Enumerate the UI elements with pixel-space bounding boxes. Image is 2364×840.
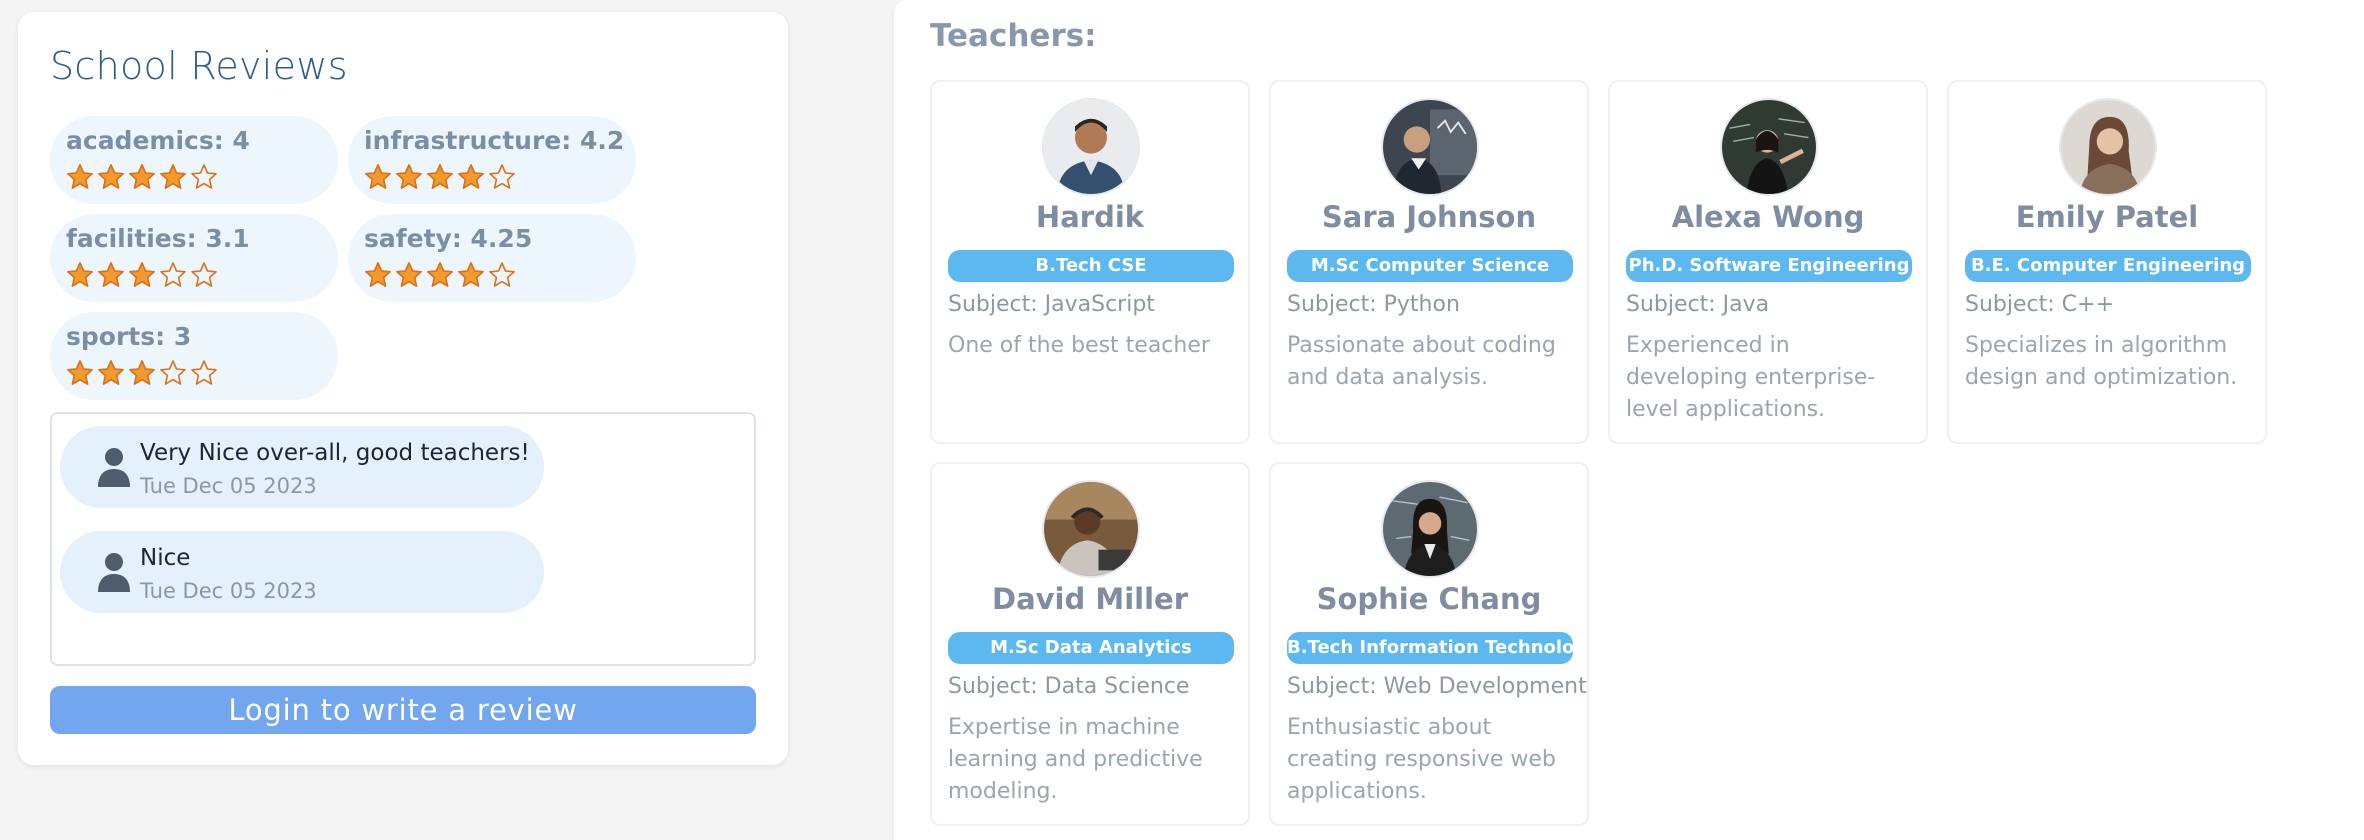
star-full-icon xyxy=(395,261,423,289)
teacher-subject: Subject: Java xyxy=(1626,292,1770,317)
star-empty-icon xyxy=(488,163,516,191)
star-full-icon xyxy=(426,261,454,289)
rating-label: facilities: 3.1 xyxy=(66,224,250,253)
star-rating xyxy=(66,261,322,289)
teacher-card[interactable]: Sara Johnson M.Sc Computer Science Subje… xyxy=(1269,80,1589,444)
star-full-icon xyxy=(128,163,156,191)
star-empty-icon xyxy=(190,359,218,387)
teacher-description: Specializes in algorithm design and opti… xyxy=(1965,333,2238,390)
star-full-icon xyxy=(97,261,125,289)
degree-badge: B.Tech Information Technology xyxy=(1287,632,1573,664)
teacher-card[interactable]: Alexa Wong Ph.D. Software Engineering Su… xyxy=(1608,80,1928,444)
rating-academics: academics: 4 xyxy=(50,116,338,204)
teacher-avatar xyxy=(1042,98,1140,196)
comment-text: Very Nice over-all, good teachers! xyxy=(140,440,530,466)
teacher-avatar xyxy=(1381,98,1479,196)
star-empty-icon xyxy=(190,163,218,191)
teacher-card[interactable]: Sophie Chang B.Tech Information Technolo… xyxy=(1269,462,1589,826)
degree-badge: B.E. Computer Engineering xyxy=(1965,250,2251,282)
login-to-review-button[interactable]: Login to write a review xyxy=(50,686,756,734)
rating-label: safety: 4.25 xyxy=(364,224,533,253)
comments-list[interactable]: Very Nice over-all, good teachers! Tue D… xyxy=(50,412,756,666)
teacher-subject: Subject: JavaScript xyxy=(948,292,1155,317)
rating-label: academics: 4 xyxy=(66,126,250,155)
star-full-icon xyxy=(128,359,156,387)
teacher-card[interactable]: Emily Patel B.E. Computer Engineering Su… xyxy=(1947,80,2267,444)
star-full-icon xyxy=(426,163,454,191)
teacher-subject: Subject: C++ xyxy=(1965,292,2114,317)
degree-badge: M.Sc Data Analytics xyxy=(948,632,1234,664)
teacher-name: Emily Patel xyxy=(2015,200,2199,234)
teacher-name: Sara Johnson xyxy=(1321,200,1537,234)
comment-text: Nice xyxy=(140,545,191,571)
star-empty-icon xyxy=(159,261,187,289)
comment-date: Tue Dec 05 2023 xyxy=(140,474,317,498)
star-rating xyxy=(364,163,620,191)
teachers-panel: Teachers: Hardik B.Tech CSE Subject: Jav… xyxy=(892,0,2364,840)
star-full-icon xyxy=(66,261,94,289)
teacher-avatar xyxy=(2059,98,2157,196)
rating-label: infrastructure: 4.2 xyxy=(364,126,625,155)
teacher-subject: Subject: Data Science xyxy=(948,674,1190,699)
comment-item: Very Nice over-all, good teachers! Tue D… xyxy=(60,426,544,508)
teacher-name: David Miller xyxy=(992,582,1188,616)
star-full-icon xyxy=(364,261,392,289)
teacher-description: Experienced in developing enterprise-lev… xyxy=(1626,333,1876,422)
star-empty-icon xyxy=(190,261,218,289)
star-full-icon xyxy=(66,163,94,191)
degree-badge: M.Sc Computer Science xyxy=(1287,250,1573,282)
degree-badge: B.Tech CSE xyxy=(948,250,1234,282)
teacher-subject: Subject: Web Development xyxy=(1287,674,1587,699)
comment-date: Tue Dec 05 2023 xyxy=(140,579,317,603)
user-icon xyxy=(96,446,132,488)
rating-safety: safety: 4.25 xyxy=(348,214,636,302)
star-empty-icon xyxy=(488,261,516,289)
star-rating xyxy=(364,261,620,289)
comment-item: Nice Tue Dec 05 2023 xyxy=(60,531,544,613)
teacher-avatar xyxy=(1381,480,1479,578)
rating-label: sports: 3 xyxy=(66,322,192,351)
rating-sports: sports: 3 xyxy=(50,312,338,400)
school-reviews-card: School Reviews academics: 4 infrastructu… xyxy=(18,12,788,765)
star-full-icon xyxy=(159,163,187,191)
teacher-description: Passionate about coding and data analysi… xyxy=(1287,333,1556,390)
star-rating xyxy=(66,359,322,387)
teacher-name: Alexa Wong xyxy=(1671,200,1865,234)
star-full-icon xyxy=(66,359,94,387)
teacher-avatar xyxy=(1042,480,1140,578)
star-full-icon xyxy=(457,163,485,191)
star-empty-icon xyxy=(159,359,187,387)
star-full-icon xyxy=(97,163,125,191)
teacher-description: Expertise in machine learning and predic… xyxy=(948,715,1203,804)
rating-infrastructure: infrastructure: 4.2 xyxy=(348,116,636,204)
teacher-description: Enthusiastic about creating responsive w… xyxy=(1287,715,1556,804)
user-icon xyxy=(96,551,132,593)
star-rating xyxy=(66,163,322,191)
teacher-name: Hardik xyxy=(1035,200,1145,234)
reviews-title: School Reviews xyxy=(50,44,348,88)
rating-facilities: facilities: 3.1 xyxy=(50,214,338,302)
teacher-card[interactable]: Hardik B.Tech CSE Subject: JavaScript On… xyxy=(930,80,1250,444)
star-full-icon xyxy=(457,261,485,289)
star-full-icon xyxy=(97,359,125,387)
teacher-avatar xyxy=(1720,98,1818,196)
teacher-subject: Subject: Python xyxy=(1287,292,1460,317)
teacher-name: Sophie Chang xyxy=(1316,582,1542,616)
teacher-description: One of the best teacher xyxy=(948,333,1210,358)
star-full-icon xyxy=(364,163,392,191)
star-full-icon xyxy=(128,261,156,289)
star-full-icon xyxy=(395,163,423,191)
degree-badge: Ph.D. Software Engineering xyxy=(1626,250,1912,282)
teacher-card[interactable]: David Miller M.Sc Data Analytics Subject… xyxy=(930,462,1250,826)
teachers-title: Teachers: xyxy=(930,18,1097,54)
